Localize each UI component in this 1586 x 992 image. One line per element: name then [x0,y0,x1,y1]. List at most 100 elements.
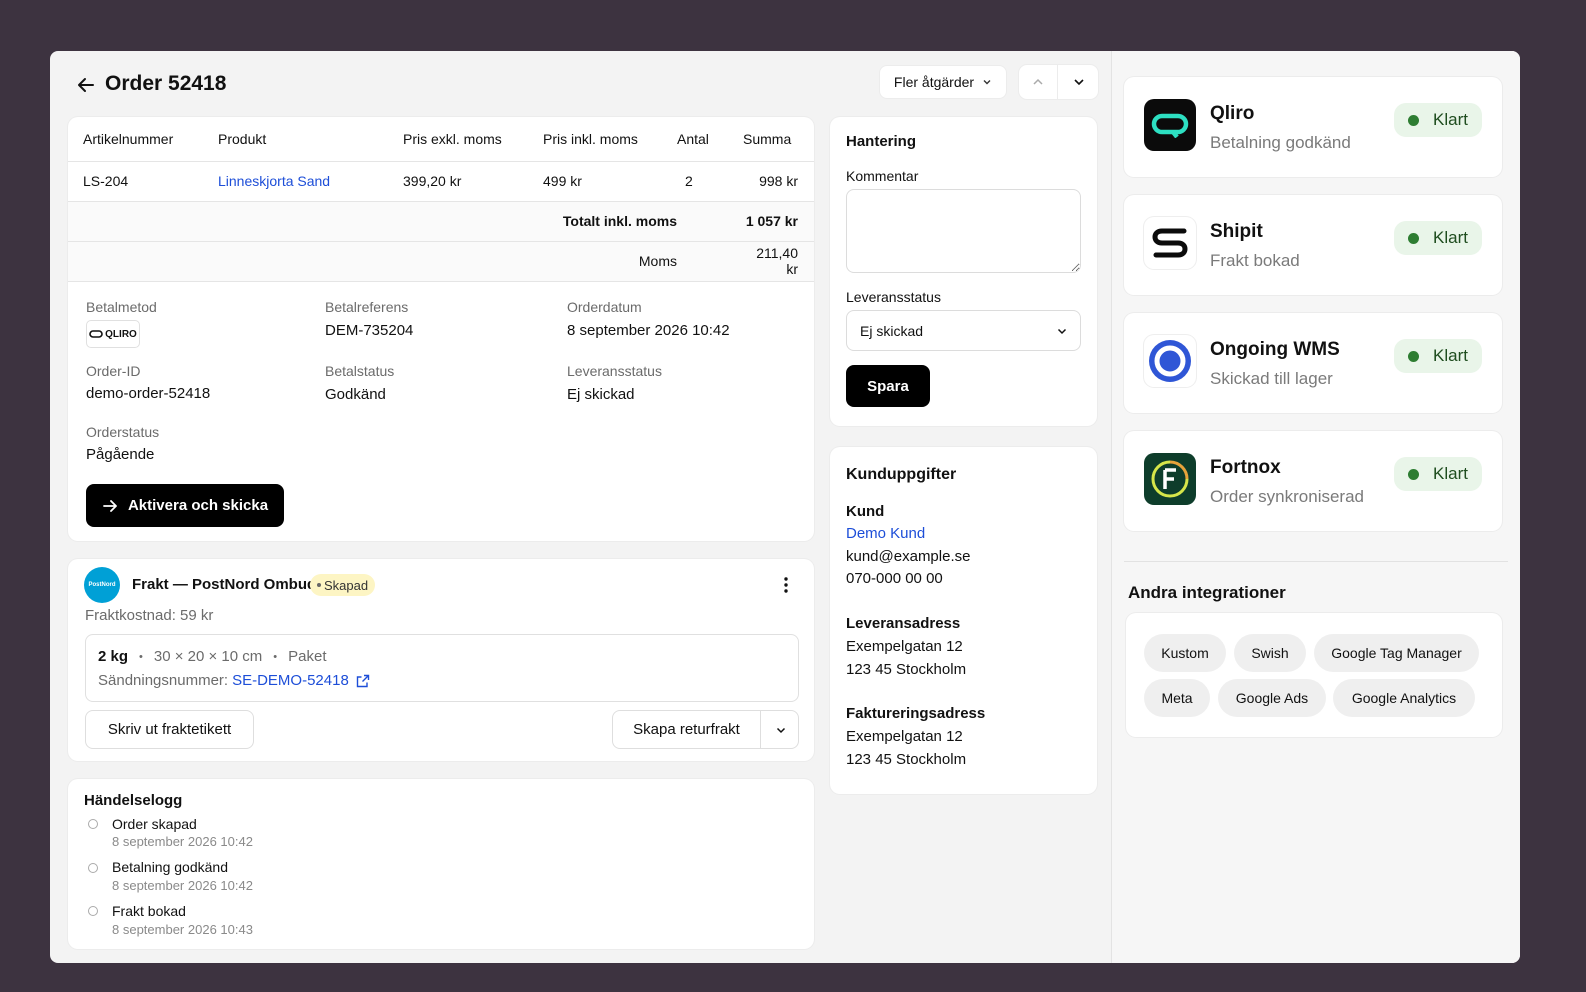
event-time: 8 september 2026 10:42 [112,878,253,893]
timeline-dot-icon [88,819,98,829]
order-status-label: Orderstatus [86,424,160,440]
event-log-card: Händelselogg Order skapad 8 september 20… [68,779,814,949]
integration-card-shipit[interactable]: Shipit Frakt bokad Klart [1124,195,1502,295]
col-qty: Antal [677,117,743,162]
print-label-text: Skriv ut fraktetikett [107,721,232,738]
delivery-status-select[interactable]: Ej skickad [846,310,1081,351]
total-value: 1 057 kr [743,201,814,242]
event-title: Betalning godkänd [112,859,228,875]
cell-sku: LS-204 [68,161,218,202]
customer-name-link[interactable]: Demo Kund [846,525,925,542]
next-order-button[interactable] [1059,65,1098,99]
qliro-small-text: QLIRO [105,328,137,340]
delivery-status-selected: Ej skickad [860,322,924,339]
chip-kustom[interactable]: Kustom [1144,634,1226,672]
chip-google-analytics[interactable]: Google Analytics [1333,679,1475,717]
badge-label: Klart [1433,228,1468,247]
col-price-ex: Pris exkl. moms [403,117,543,162]
other-integrations-title: Andra integrationer [1128,583,1286,602]
chip-google-tag-manager[interactable]: Google Tag Manager [1314,634,1479,672]
vat-label: Moms [68,241,677,282]
status-dot-icon [1408,114,1419,126]
order-date-value: 8 september 2026 10:42 [567,322,730,339]
vat-row: Moms 211,40 kr [68,241,814,282]
integration-status: Skickad till lager [1210,369,1333,388]
order-status-value: Pågående [86,446,155,463]
timeline-dot-icon [88,863,98,873]
return-options-button[interactable] [762,711,799,748]
cell-sum: 998 kr [743,161,814,202]
handling-card: Hantering Kommentar Leveransstatus Ej sk… [830,117,1097,426]
integration-card-ongoing[interactable]: Ongoing WMS Skickad till lager Klart [1124,313,1502,413]
chip-label: Swish [1251,645,1289,661]
chip-meta[interactable]: Meta [1144,679,1210,717]
integration-name: Fortnox [1210,457,1281,478]
main-area: Order 52418 Fler åtgärder Artikelnummer [50,51,1111,963]
qliro-payment-logo: QLIRO [86,320,140,348]
customer-card: Kunduppgifter Kund Demo Kund kund@exampl… [830,447,1097,794]
chip-label: Google Analytics [1351,690,1457,706]
billing-address-label: Faktureringsadress [846,705,986,722]
customer-card-title: Kunduppgifter [846,466,957,483]
table-header-row: Artikelnummer Produkt Pris exkl. moms Pr… [68,117,814,162]
save-button[interactable]: Spara [846,365,930,407]
total-row: Totalt inkl. moms 1 057 kr [68,201,814,242]
print-label-button[interactable]: Skriv ut fraktetikett [85,710,254,749]
payment-ref-label: Betalreferens [325,299,409,315]
status-badge: Klart [1394,221,1482,255]
shipping-title: Frakt — PostNord Ombud [132,576,317,593]
chevron-down-icon [775,724,787,736]
status-badge: Skapad [310,574,376,596]
arrow-right-icon [102,498,118,514]
chip-swish[interactable]: Swish [1234,634,1306,672]
delivery-status-label: Leveransstatus [567,363,662,379]
status-dot-icon [1408,350,1419,362]
parcel-info-box: 2 kg • 30 × 20 × 10 cm • Paket Sändnings… [85,634,799,702]
col-price-inc: Pris inkl. moms [543,117,677,162]
prev-next-group [1019,65,1098,99]
shipping-card: PostNord Frakt — PostNord Ombud Skapad F… [68,559,814,761]
chip-google-ads[interactable]: Google Ads [1218,679,1326,717]
more-actions-button[interactable]: Fler åtgärder [879,65,1007,99]
fortnox-logo-icon [1144,453,1196,505]
tracking-number-link[interactable]: SE-DEMO-52418 [232,672,349,689]
badge-label: Klart [1433,346,1468,365]
shipping-cost: Fraktkostnad: 59 kr [85,607,214,624]
order-id-label: Order-ID [86,363,141,379]
chip-label: Google Tag Manager [1331,645,1462,661]
prev-order-button[interactable] [1019,65,1058,99]
more-actions-label: Fler åtgärder [893,74,975,90]
product-link[interactable]: Linneskjorta Sand [218,173,330,189]
table-row: LS-204 Linneskjorta Sand 399,20 kr 499 k… [68,161,814,202]
cell-price-ex: 399,20 kr [403,161,543,202]
create-return-button[interactable]: Skapa returfrakt [613,711,761,748]
payment-ref-value: DEM-735204 [325,322,414,339]
badge-label: Klart [1433,464,1468,483]
delivery-city: 123 45 Stockholm [846,661,967,678]
payment-status-label: Betalstatus [325,363,395,379]
kebab-menu-icon[interactable] [776,573,796,597]
delivery-status-select-label: Leveransstatus [846,289,941,305]
activate-and-send-button[interactable]: Aktivera och skicka [86,484,284,527]
integration-card-fortnox[interactable]: Fortnox Order synkroniserad Klart [1124,431,1502,531]
customer-label: Kund [846,503,885,520]
chip-label: Kustom [1161,645,1209,661]
external-link-icon[interactable] [356,674,370,688]
chevron-down-icon [1072,75,1086,89]
billing-street: Exempelgatan 12 [846,728,963,745]
event-time: 8 september 2026 10:42 [112,834,253,849]
order-window: Order 52418 Fler åtgärder Artikelnummer [50,51,1520,963]
status-badge: Klart [1394,103,1482,137]
create-return-label: Skapa returfrakt [633,721,740,738]
payment-status-value: Godkänd [325,386,386,403]
integration-status: Order synkroniserad [1210,487,1365,506]
integration-card-qliro[interactable]: Qliro Betalning godkänd Klart [1124,77,1502,177]
comment-textarea[interactable] [846,189,1081,273]
col-product: Produkt [218,117,403,162]
delivery-status-value: Ej skickad [567,386,635,403]
event-title: Frakt bokad [112,903,186,919]
chip-label: Google Ads [1235,690,1309,706]
other-integrations-card: Kustom Swish Google Tag Manager Meta Goo… [1126,613,1502,737]
back-arrow-icon[interactable] [75,74,97,96]
payment-method-label: Betalmetod [86,299,157,315]
